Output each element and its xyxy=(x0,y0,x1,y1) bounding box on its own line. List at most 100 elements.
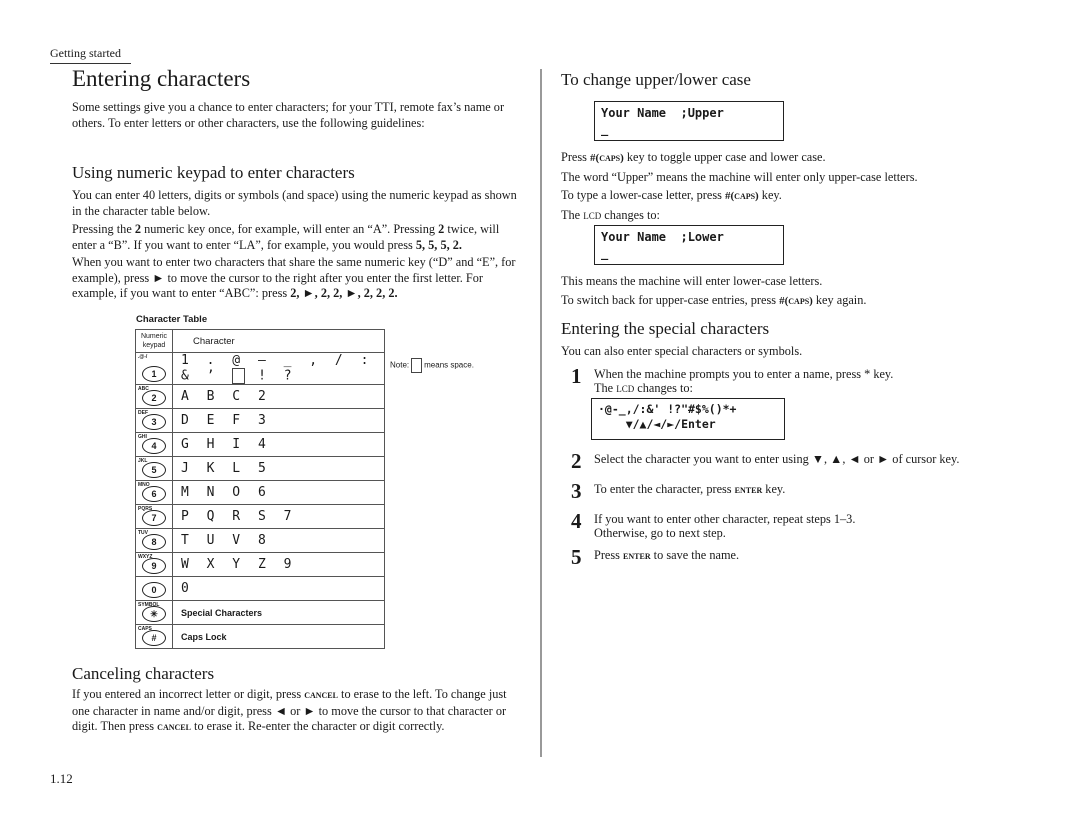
table-row: WXYZ 9 W X Y Z 9 xyxy=(135,552,385,577)
char-list: ! ? xyxy=(258,368,297,384)
special-section-heading: Entering the special characters xyxy=(561,319,770,338)
key-5-icon: 5 xyxy=(142,462,166,478)
case-line-4: The lcd changes to: xyxy=(561,206,1001,225)
lcd-cursor: _ xyxy=(601,122,609,136)
keypad-key: TUV 8 xyxy=(135,528,173,553)
key-6-icon: 6 xyxy=(142,486,166,502)
key-characters: G H I 4 xyxy=(172,432,385,457)
lcd-line: Your Name ;Lower xyxy=(601,230,724,244)
keypad-paragraph-1: You can enter 40 letters, digits or symb… xyxy=(72,188,517,218)
step-line: The lcd changes to: xyxy=(594,381,984,395)
lcd-line: ·@-_,/:&' !?"#$%()*+ xyxy=(598,402,737,416)
step-line: If you want to enter other character, re… xyxy=(594,512,856,526)
enter-key-ref: enter xyxy=(623,550,651,562)
text: to erase it. Re-enter the character or d… xyxy=(190,719,445,733)
space-symbol-icon xyxy=(411,358,423,373)
cancel-paragraph: If you entered an incorrect letter or di… xyxy=(72,687,527,736)
text: numeric key once, for example, will ente… xyxy=(141,222,439,236)
case-section-heading: To change upper/lower case xyxy=(561,70,751,89)
text: The xyxy=(594,381,617,395)
key-characters: M N O 6 xyxy=(172,480,385,505)
cancel-key-ref: cancel xyxy=(157,721,191,733)
cancel-section-heading: Canceling characters xyxy=(72,664,215,683)
table-row: ABC 2 A B C 2 xyxy=(135,384,385,409)
key-characters: T U V 8 xyxy=(172,528,385,553)
text: To enter the character, press xyxy=(594,482,735,496)
text: Pressing the xyxy=(72,222,135,236)
key-9-icon: 9 xyxy=(142,558,166,574)
step-text: Select the character you want to enter u… xyxy=(594,452,960,466)
cancel-key-ref: cancel xyxy=(304,689,338,701)
text: The xyxy=(561,207,584,222)
key-1-icon: 1 xyxy=(142,366,166,382)
character-table: Numeric keypad Character .@-/ 1 1 . @ — _… xyxy=(135,329,385,649)
character-table-title: Character Table xyxy=(136,314,208,325)
text: To switch back for upper-case entries, p… xyxy=(561,292,780,307)
note-text: means space. xyxy=(424,360,474,370)
key-characters: J K L 5 xyxy=(172,456,385,481)
key-characters: 0 xyxy=(172,576,385,601)
case-instructions: Press #(caps) key to toggle upper case a… xyxy=(561,148,1001,224)
space-note: Note: means space. xyxy=(390,358,474,373)
key-8-icon: 8 xyxy=(142,534,166,550)
keypad-key: PQRS 7 xyxy=(135,504,173,529)
keypad-key: 0 xyxy=(135,576,173,601)
note-label: Note: xyxy=(390,360,410,370)
text: key to toggle upper case and lower case. xyxy=(623,150,826,164)
lcd-display-symbols: ·@-_,/:&' !?"#$%()*+ ▼/▲/◄/►/Enter xyxy=(591,398,785,440)
table-row: PQRS 7 P Q R S 7 xyxy=(135,504,385,529)
table-row: CAPS # Caps Lock xyxy=(135,624,385,649)
table-row: 0 0 xyxy=(135,576,385,601)
key-7-icon: 7 xyxy=(142,510,166,526)
hash-key-icon: # xyxy=(142,630,166,646)
case-line-2: The word “Upper” means the machine will … xyxy=(561,169,918,184)
case-line-6: To switch back for upper-case entries, p… xyxy=(561,291,1001,311)
keypad-key: JKL 5 xyxy=(135,456,173,481)
space-symbol-icon xyxy=(232,368,246,384)
step-number: 4 xyxy=(571,509,582,533)
key-sequence: 5, 5, 5, 2. xyxy=(415,237,462,252)
case-line-1: Press #(caps) key to toggle upper case a… xyxy=(561,148,1001,168)
keypad-key: DEF 3 xyxy=(135,408,173,433)
key-characters: A B C 2 xyxy=(172,384,385,409)
enter-key-ref: enter xyxy=(734,484,763,496)
column-divider xyxy=(540,69,542,757)
table-row: DEF 3 D E F 3 xyxy=(135,408,385,433)
special-intro: You can also enter special characters or… xyxy=(561,344,803,358)
key-characters: 1 . @ — _ , / : & ’ ! ? xyxy=(172,352,385,385)
key-function: Caps Lock xyxy=(172,624,385,649)
lcd-ref: lcd xyxy=(616,381,635,395)
caps-key-ref: #(caps) xyxy=(725,190,759,202)
table-row: JKL 5 J K L 5 xyxy=(135,456,385,481)
caps-key-ref: #(caps) xyxy=(779,294,813,307)
key-characters: P Q R S 7 xyxy=(172,504,385,529)
lcd-line: ▼/▲/◄/►/Enter xyxy=(598,417,716,431)
lcd-line: Your Name ;Upper xyxy=(601,106,724,120)
key-function: Special Characters xyxy=(172,600,385,625)
text: key again. xyxy=(812,292,867,307)
key-characters: D E F 3 xyxy=(172,408,385,433)
keypad-key: SYMBOL ✳ xyxy=(135,600,173,625)
caps-key-ref: #(caps) xyxy=(590,152,624,164)
step-text: If you want to enter other character, re… xyxy=(594,512,984,540)
step-number: 2 xyxy=(571,449,582,473)
case-line-5: This means the machine will enter lower-… xyxy=(561,274,823,288)
lower-case-instructions: This means the machine will enter lower-… xyxy=(561,272,1001,310)
text: Press xyxy=(561,150,591,164)
text: key. xyxy=(762,482,786,496)
header-numeric-keypad: Numeric keypad xyxy=(135,329,173,353)
table-row: GHI 4 G H I 4 xyxy=(135,432,385,457)
key-sublabel: .@-/ xyxy=(138,354,148,360)
case-line-3: To type a lower-case letter, press #(cap… xyxy=(561,186,1001,206)
text: to save the name. xyxy=(650,548,740,562)
keypad-key: .@-/ 1 xyxy=(135,352,173,385)
step-text: To enter the character, press enter key. xyxy=(594,482,984,499)
table-row: MNO 6 M N O 6 xyxy=(135,480,385,505)
key-4-icon: 4 xyxy=(142,438,166,454)
keypad-key: MNO 6 xyxy=(135,480,173,505)
step-line: When the machine prompts you to enter a … xyxy=(594,367,894,381)
key-2-icon: 2 xyxy=(142,390,166,406)
key-sequence: 2, ►, 2, 2, ►, 2, 2, 2. xyxy=(290,286,398,300)
step-text: Press enter to save the name. xyxy=(594,548,984,565)
page-number: 1.12 xyxy=(50,771,73,786)
